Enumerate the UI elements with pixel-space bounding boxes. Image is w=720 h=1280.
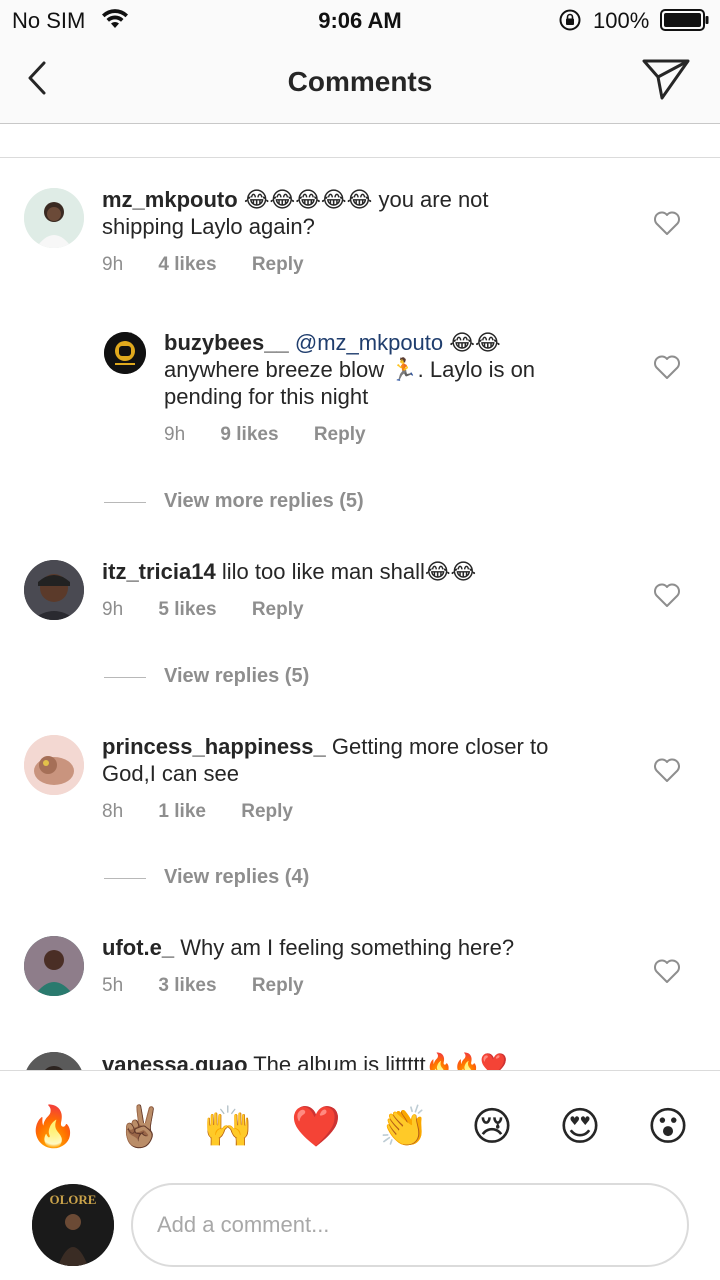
- view-replies-link[interactable]: View replies (5): [164, 665, 309, 688]
- comment-username[interactable]: vanessa.quao: [102, 1052, 248, 1070]
- comment-meta: 9h 9 likes Reply: [164, 424, 396, 446]
- reply-button[interactable]: Reply: [252, 254, 304, 275]
- comment-body: Getting more closer to: [331, 734, 549, 759]
- emoji-crying-button[interactable]: 😢: [462, 1097, 522, 1157]
- comment-meta: 9h 4 likes Reply: [102, 254, 334, 276]
- comment-text: ufot.e_ Why am I feeling something here?: [102, 934, 622, 961]
- emoji-heart-eyes-button[interactable]: 😍: [550, 1097, 610, 1157]
- comment-username[interactable]: ufot.e_: [102, 935, 174, 960]
- replies-divider-line: [104, 502, 146, 503]
- comment-body: God,I can see: [102, 761, 239, 786]
- comment-body: Why am I feeling something here?: [180, 935, 515, 960]
- likes-count[interactable]: 9 likes: [220, 424, 278, 445]
- comment-username[interactable]: itz_tricia14: [102, 559, 216, 584]
- emoji-surprised-button[interactable]: 😮: [638, 1097, 698, 1157]
- avatar[interactable]: [104, 332, 146, 374]
- comment-body: shipping Laylo again?: [102, 214, 315, 239]
- comment-time: 9h: [102, 599, 124, 620]
- comment-username[interactable]: buzybees__: [164, 330, 289, 355]
- comment-username[interactable]: princess_happiness_: [102, 734, 326, 759]
- comment-list[interactable]: mz_mkpouto 😂😂😂😂😂 you are not shipping La…: [0, 158, 720, 1070]
- emoji-raised-hands-button[interactable]: 🙌: [198, 1097, 258, 1157]
- comment-time: 5h: [102, 975, 124, 996]
- back-chevron-icon[interactable]: [22, 58, 56, 98]
- comment-meta: 8h 1 like Reply: [102, 801, 323, 823]
- comment-body: The album is littttt🔥🔥❤️: [253, 1052, 508, 1070]
- avatar[interactable]: [24, 560, 84, 620]
- avatar[interactable]: [24, 1052, 84, 1070]
- nav-bar: Comments: [0, 40, 720, 124]
- reply-button[interactable]: Reply: [241, 801, 293, 822]
- comment-body: 😂😂😂😂😂 you are not: [243, 187, 489, 212]
- comment-meta: 5h 3 likes Reply: [102, 975, 334, 997]
- comment-text: princess_happiness_ Getting more closer …: [102, 733, 622, 787]
- view-replies-link[interactable]: View replies (4): [164, 866, 309, 889]
- rotation-lock-icon: [559, 9, 581, 31]
- heart-icon[interactable]: [653, 582, 681, 608]
- battery-percent: 100%: [593, 8, 650, 33]
- send-direct-icon[interactable]: [640, 56, 692, 102]
- comment-meta: 9h 5 likes Reply: [102, 599, 334, 621]
- avatar[interactable]: [24, 936, 84, 996]
- replies-divider-line: [104, 878, 146, 879]
- likes-count[interactable]: 5 likes: [158, 599, 216, 620]
- emoji-clap-button[interactable]: 👏: [374, 1097, 434, 1157]
- page-title: Comments: [287, 66, 433, 97]
- reply-button[interactable]: Reply: [252, 599, 304, 620]
- comment-text: mz_mkpouto 😂😂😂😂😂 you are not shipping La…: [102, 186, 622, 240]
- comment-time: 8h: [102, 801, 124, 822]
- likes-count[interactable]: 4 likes: [158, 254, 216, 275]
- avatar[interactable]: [24, 188, 84, 248]
- heart-icon[interactable]: [653, 958, 681, 984]
- comment-time: 9h: [102, 254, 124, 275]
- emoji-heart-button[interactable]: ❤️: [286, 1097, 346, 1157]
- status-bar: No SIM 9:06 AM 100%: [0, 0, 720, 40]
- emoji-composer-bar: 🔥 ✌🏽 🙌 ❤️ 👏 😢 😍 😮 OLORE: [0, 1070, 720, 1280]
- emoji-victory-button[interactable]: ✌🏽: [110, 1097, 170, 1157]
- view-more-replies-link[interactable]: View more replies (5): [164, 490, 364, 513]
- likes-count[interactable]: 1 like: [158, 801, 206, 822]
- reply-button[interactable]: Reply: [314, 424, 366, 445]
- battery-icon: [660, 9, 709, 31]
- comment-text: buzybees__ @mz_mkpouto 😂😂 anywhere breez…: [164, 329, 624, 410]
- current-user-avatar: OLORE: [32, 1184, 114, 1266]
- comment-body: anywhere breeze blow 🏃. Laylo is on: [164, 357, 536, 382]
- replies-divider-line: [104, 677, 146, 678]
- comment-body: lilo too like man shall😂😂: [221, 559, 477, 584]
- avatar[interactable]: [24, 735, 84, 795]
- comment-text: vanessa.quao The album is littttt🔥🔥❤️: [102, 1051, 622, 1070]
- emoji-fire-button[interactable]: 🔥: [23, 1097, 83, 1157]
- heart-icon[interactable]: [653, 757, 681, 783]
- carrier-label: No SIM: [12, 8, 86, 33]
- reply-button[interactable]: Reply: [252, 975, 304, 996]
- mention-link[interactable]: @mz_mkpouto: [295, 330, 443, 355]
- comment-text: itz_tricia14 lilo too like man shall😂😂: [102, 558, 622, 585]
- comment-body: 😂😂: [449, 330, 501, 355]
- comment-body: pending for this night: [164, 384, 369, 409]
- likes-count[interactable]: 3 likes: [158, 975, 216, 996]
- avatar-logo-text: OLORE: [50, 1192, 97, 1207]
- wifi-icon: [102, 9, 128, 28]
- comment-input[interactable]: [131, 1183, 689, 1267]
- comment-time: 9h: [164, 424, 186, 445]
- comment-username[interactable]: mz_mkpouto: [102, 187, 238, 212]
- heart-icon[interactable]: [653, 210, 681, 236]
- heart-icon[interactable]: [653, 354, 681, 380]
